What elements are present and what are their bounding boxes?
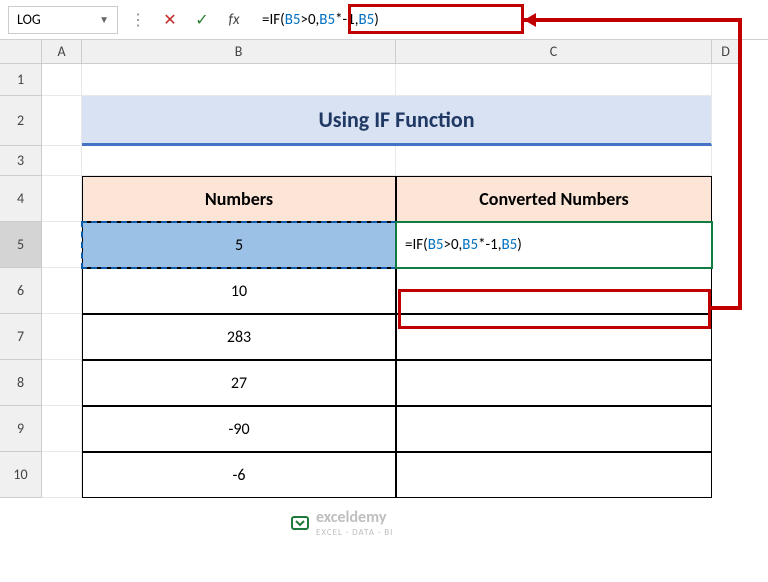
cell-a6[interactable] — [42, 268, 82, 314]
cell-a10[interactable] — [42, 452, 82, 498]
row-header-2[interactable]: 2 — [0, 96, 42, 146]
watermark-text: exceldemy EXCEL · DATA · BI — [316, 508, 393, 538]
cell-b5[interactable]: 5 — [82, 222, 396, 268]
cell-a7[interactable] — [42, 314, 82, 360]
handle-dots-icon: ⋮ — [126, 10, 150, 30]
name-box-value: LOG — [17, 11, 41, 28]
header-converted[interactable]: Converted Numbers — [396, 176, 712, 222]
cells-area: Using IF Function Numbers Converted Numb… — [42, 64, 712, 498]
chevron-down-icon[interactable]: ▼ — [99, 13, 109, 26]
cell-c8[interactable] — [396, 360, 712, 406]
title-cell[interactable]: Using IF Function — [82, 96, 712, 146]
cell-a5[interactable] — [42, 222, 82, 268]
name-box[interactable]: LOG ▼ — [8, 6, 118, 34]
select-all-corner[interactable] — [0, 40, 42, 64]
table-row — [42, 64, 712, 96]
cell-c6[interactable] — [396, 268, 712, 314]
cell-a4[interactable] — [42, 176, 82, 222]
cell-b9[interactable]: -90 — [82, 406, 396, 452]
column-headers: A B C D — [42, 40, 740, 64]
row-header-7[interactable]: 7 — [0, 314, 42, 360]
cell-c9[interactable] — [396, 406, 712, 452]
table-row: 5 =IF(B5>0,B5*-1,B5) — [42, 222, 712, 268]
row-header-6[interactable]: 6 — [0, 268, 42, 314]
watermark: exceldemy EXCEL · DATA · BI — [290, 508, 393, 538]
annotation-arrow-v — [738, 18, 742, 310]
row-header-10[interactable]: 10 — [0, 452, 42, 498]
row-header-3[interactable]: 3 — [0, 146, 42, 176]
cell-b8[interactable]: 27 — [82, 360, 396, 406]
table-row — [42, 146, 712, 176]
col-header-c[interactable]: C — [396, 40, 712, 64]
col-header-b[interactable]: B — [82, 40, 396, 64]
table-row: Using IF Function — [42, 96, 712, 146]
cell-c3[interactable] — [396, 146, 712, 176]
cell-b6[interactable]: 10 — [82, 268, 396, 314]
col-header-a[interactable]: A — [42, 40, 82, 64]
table-row: Numbers Converted Numbers — [42, 176, 712, 222]
annotation-arrow-h2 — [710, 306, 742, 310]
col-header-d[interactable]: D — [712, 40, 740, 64]
insert-function-button[interactable]: fx — [222, 8, 246, 32]
cell-a2[interactable] — [42, 96, 82, 146]
cell-c5-active[interactable]: =IF(B5>0,B5*-1,B5) — [396, 222, 712, 268]
table-row: -90 — [42, 406, 712, 452]
watermark-tag: EXCEL · DATA · BI — [316, 527, 393, 538]
table-row: -6 — [42, 452, 712, 498]
row-header-5[interactable]: 5 — [0, 222, 42, 268]
cell-a8[interactable] — [42, 360, 82, 406]
row-header-8[interactable]: 8 — [0, 360, 42, 406]
confirm-button[interactable]: ✓ — [190, 8, 214, 32]
cell-b10[interactable]: -6 — [82, 452, 396, 498]
row-header-4[interactable]: 4 — [0, 176, 42, 222]
table-row: 283 — [42, 314, 712, 360]
cell-b3[interactable] — [82, 146, 396, 176]
row-header-1[interactable]: 1 — [0, 64, 42, 96]
cell-formula-text: =IF(B5>0,B5*-1,B5) — [405, 236, 522, 254]
cell-c1[interactable] — [396, 64, 712, 96]
formula-text: =IF(B5>0,B5*-1,B5) — [262, 11, 379, 29]
cancel-button[interactable]: ✕ — [158, 8, 182, 32]
cell-a9[interactable] — [42, 406, 82, 452]
row-header-9[interactable]: 9 — [0, 406, 42, 452]
table-row: 10 — [42, 268, 712, 314]
cell-b1[interactable] — [82, 64, 396, 96]
row-headers: 1 2 3 4 5 6 7 8 9 10 — [0, 64, 42, 498]
table-row: 27 — [42, 360, 712, 406]
cell-c7[interactable] — [396, 314, 712, 360]
cell-a1[interactable] — [42, 64, 82, 96]
cell-c10[interactable] — [396, 452, 712, 498]
annotation-arrow-h1 — [524, 18, 742, 22]
cell-b7[interactable]: 283 — [82, 314, 396, 360]
watermark-logo-icon — [290, 513, 310, 533]
annotation-arrow-head-icon — [524, 13, 536, 27]
header-numbers[interactable]: Numbers — [82, 176, 396, 222]
cell-a3[interactable] — [42, 146, 82, 176]
watermark-brand: exceldemy — [316, 508, 386, 527]
